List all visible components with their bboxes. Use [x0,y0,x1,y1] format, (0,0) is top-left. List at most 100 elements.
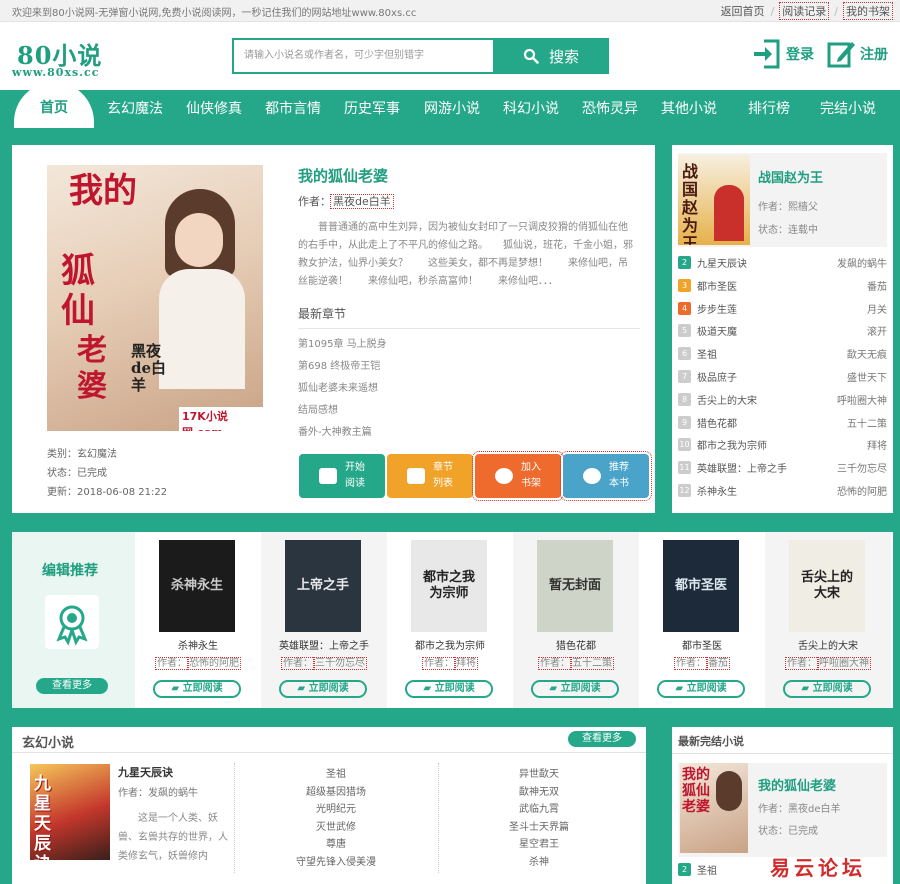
chapter-list-button[interactable]: 章节 列表 [387,454,473,498]
recommend-author-link[interactable]: 拜将 [454,657,478,670]
chapter-link[interactable]: 狐仙老婆未来遥想 [298,379,378,394]
xuanhuan-list-item[interactable]: 圣斗士天界篇 [439,818,639,833]
read-now-button[interactable]: ▰ 立即阅读 [657,680,745,698]
ranking-book-author[interactable]: 歃天无痕 [847,346,887,361]
xuanhuan-book-title[interactable]: 九星天辰诀 [118,764,173,780]
ranking-book-author[interactable]: 拜将 [867,437,887,452]
ranking-top-book[interactable]: 战国 赵为王 战国赵为王 作者：熙樯父 状态：连载中 [678,153,887,247]
nav-item-kongbu[interactable]: 恐怖灵异 [571,90,649,128]
ranking-book-name[interactable]: 九星天辰诀 [697,255,837,270]
xuanhuan-list-item[interactable]: 星空君王 [439,835,639,850]
featured-book-cover[interactable]: 我的 狐仙 老婆 黑夜de白羊 17K小说网.com [47,165,263,431]
ranking-book-author[interactable]: 番茄 [867,278,887,293]
add-bookshelf-button[interactable]: 加入 书架 [472,451,564,501]
read-now-button[interactable]: ▰ 立即阅读 [153,680,241,698]
ranking-top-cover[interactable]: 战国 赵为王 [678,155,750,245]
nav-item-kehuan[interactable]: 科幻小说 [492,90,570,128]
ranking-item[interactable]: 12 杀神永生 恐怖的阿肥 [678,479,887,502]
recommend-book-name[interactable]: 猎色花都 [513,637,639,652]
recommend-book-name[interactable]: 都市之我为宗师 [387,637,513,652]
ranking-book-author[interactable]: 盛世天下 [847,369,887,384]
ranking-top-title[interactable]: 战国赵为王 [758,167,823,186]
ranking-item[interactable]: 2 九星天辰诀 发飙的蜗牛 [678,251,887,274]
nav-item-ranking[interactable]: 排行榜 [730,90,808,128]
recommend-author-link[interactable]: 三千勿忘尽 [313,657,367,670]
featured-author-link[interactable]: 黑夜de白羊 [330,194,394,209]
recommend-book-name[interactable]: 舌尖上的大宋 [765,637,891,652]
ranking-item[interactable]: 5 极道天魔 滚开 [678,319,887,342]
recommend-book-name[interactable]: 杀神永生 [135,637,261,652]
nav-item-completed[interactable]: 完结小说 [809,90,887,128]
xuanhuan-list-item[interactable]: 守望先锋入侵美漫 [236,853,436,868]
completed-top-book[interactable]: 我的 狐仙 老婆 我的狐仙老婆 作者：黑夜de白羊 状态：已完成 [678,763,887,857]
xuanhuan-list-item[interactable]: 杀神 [439,853,639,868]
ranking-book-name[interactable]: 杀神永生 [697,483,837,498]
reading-history-link[interactable]: 阅读记录 [779,2,830,20]
nav-item-wangyou[interactable]: 网游小说 [413,90,491,128]
recommend-author-link[interactable]: 五十二策 [570,657,614,670]
xuanhuan-list-item[interactable]: 歃神无双 [439,783,639,798]
recommend-author-link[interactable]: 番茄 [706,657,730,670]
ranking-book-name[interactable]: 猎色花都 [697,415,847,430]
completed-book-title[interactable]: 我的狐仙老婆 [758,775,836,794]
recommend-book-cover[interactable]: 都市之我为宗师 [411,540,487,632]
ranking-book-author[interactable]: 三千勿忘尽 [837,460,887,475]
read-now-button[interactable]: ▰ 立即阅读 [405,680,493,698]
xuanhuan-list-item[interactable]: 武临九霄 [439,800,639,815]
xuanhuan-list-item[interactable]: 圣祖 [236,765,436,780]
recommend-book-cover[interactable]: 暂无封面 [537,540,613,632]
recommend-book-button[interactable]: 推荐 本书 [560,451,652,501]
ranking-book-name[interactable]: 圣祖 [697,346,847,361]
ranking-book-author[interactable]: 五十二策 [847,415,887,430]
ranking-item[interactable]: 6 圣祖 歃天无痕 [678,342,887,365]
ranking-book-author[interactable]: 滚开 [867,323,887,338]
ranking-item[interactable]: 10 都市之我为宗师 拜将 [678,433,887,456]
ranking-item[interactable]: 11 英雄联盟：上帝之手 三千勿忘尽 [678,456,887,479]
ranking-book-name[interactable]: 极品庶子 [697,369,847,384]
search-input[interactable]: 请输入小说名或作者名，可少字但别错字 [232,38,494,74]
home-link[interactable]: 返回首页 [721,3,765,19]
featured-book-title[interactable]: 我的狐仙老婆 [298,165,388,186]
chapter-link[interactable]: 第1095章 马上脱身 [298,335,387,350]
ranking-item[interactable]: 9 猎色花都 五十二策 [678,411,887,434]
my-bookshelf-link[interactable]: 我的书架 [843,2,893,20]
recommend-author-link[interactable]: 恐怖的阿肥 [187,657,241,670]
ranking-book-author[interactable]: 月关 [867,301,887,316]
chapter-link[interactable]: 第698 终极帝王铠 [298,357,380,372]
xuanhuan-book-cover[interactable]: 九星天辰诀 [30,764,110,860]
xuanhuan-more-button[interactable]: 查看更多 [568,731,636,747]
register-button[interactable]: 注册 [826,38,888,70]
recommend-book-name[interactable]: 都市圣医 [639,637,765,652]
ranking-book-name[interactable]: 英雄联盟：上帝之手 [697,460,837,475]
ranking-book-name[interactable]: 都市之我为宗师 [697,437,867,452]
editor-recommend-more-button[interactable]: 查看更多 [36,678,108,694]
ranking-book-author[interactable]: 恐怖的阿肥 [837,483,887,498]
ranking-book-name[interactable]: 步步生莲 [697,301,867,316]
recommend-author-link[interactable]: 呼啦圈大神 [817,657,871,670]
login-button[interactable]: 登录 [752,38,814,70]
ranking-item[interactable]: 3 都市圣医 番茄 [678,274,887,297]
start-reading-button[interactable]: 开始 阅读 [299,454,385,498]
recommend-book-cover[interactable]: 上帝之手 [285,540,361,632]
ranking-book-author[interactable]: 发飙的蜗牛 [837,255,887,270]
xuanhuan-list-item[interactable]: 超级基因猎场 [236,783,436,798]
ranking-book-name[interactable]: 都市圣医 [697,278,867,293]
completed-book-cover[interactable]: 我的 狐仙 老婆 [680,763,748,853]
read-now-button[interactable]: ▰ 立即阅读 [783,680,871,698]
ranking-item[interactable]: 7 极品庶子 盛世天下 [678,365,887,388]
recommend-book-cover[interactable]: 杀神永生 [159,540,235,632]
chapter-link[interactable]: 番外-大神教主篇 [298,423,372,438]
xuanhuan-list-item[interactable]: 灭世武修 [236,818,436,833]
chapter-link[interactable]: 结局感想 [298,401,338,416]
nav-item-qita[interactable]: 其他小说 [650,90,728,128]
nav-item-xuanhuan[interactable]: 玄幻魔法 [96,90,174,128]
ranking-item[interactable]: 4 步步生莲 月关 [678,297,887,320]
nav-item-xianxia[interactable]: 仙侠修真 [175,90,253,128]
ranking-book-name[interactable]: 极道天魔 [697,323,867,338]
xuanhuan-list-item[interactable]: 光明纪元 [236,800,436,815]
ranking-item[interactable]: 8 舌尖上的大宋 呼啦圈大神 [678,388,887,411]
search-button[interactable]: 搜索 [493,38,609,74]
read-now-button[interactable]: ▰ 立即阅读 [279,680,367,698]
recommend-book-cover[interactable]: 舌尖上的大宋 [789,540,865,632]
xuanhuan-list-item[interactable]: 尊唐 [236,835,436,850]
